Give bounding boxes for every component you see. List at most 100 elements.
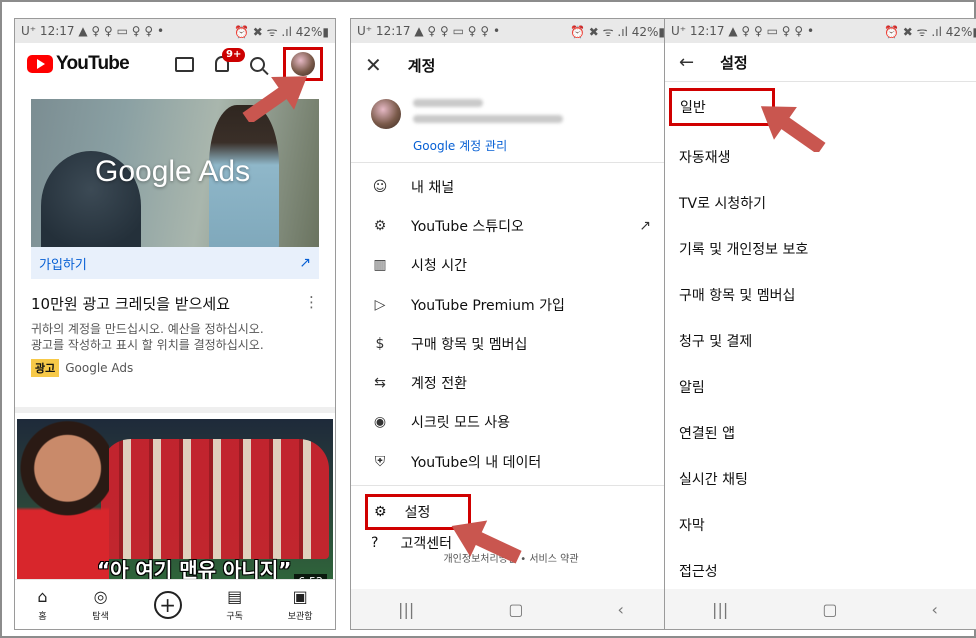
settings-item-watch-on-tv[interactable]: TV로 시청하기	[665, 180, 976, 226]
switch-account-icon: ⇆	[374, 375, 386, 392]
external-link-icon[interactable]: ↗	[299, 255, 311, 271]
settings-item-history-privacy[interactable]: 기록 및 개인정보 보호	[665, 226, 976, 272]
settings-item-billing[interactable]: 청구 및 결제	[665, 318, 976, 364]
menu-item-watch-time[interactable]: ▥ 시청 시간	[351, 246, 671, 285]
home-icon: ⌂	[37, 586, 48, 606]
tab-library[interactable]: ▣ 보관함	[287, 586, 313, 622]
tab-library-label: 보관함	[287, 611, 313, 622]
home-button-icon[interactable]: ▢	[508, 600, 523, 619]
settings-item-captions[interactable]: 자막	[665, 502, 976, 548]
menu-label: 시크릿 모드 사용	[411, 415, 511, 432]
annotation-arrow-avatar	[242, 76, 308, 122]
back-arrow-icon[interactable]: ←	[679, 52, 694, 73]
settings-item-accessibility[interactable]: 접근성	[665, 548, 976, 594]
menu-label: 구매 항목 및 멤버십	[411, 336, 528, 353]
home-button-icon[interactable]: ▢	[822, 600, 837, 619]
avatar[interactable]	[291, 52, 315, 76]
status-left: U⁺ 12:17 ▲ ♀ ♀ ▭ ♀ ♀ •	[357, 24, 501, 38]
ad-join-bar[interactable]: 가입하기 ↗	[31, 247, 319, 279]
incognito-icon: ◉	[373, 414, 387, 431]
menu-label: YouTube의 내 데이터	[411, 454, 542, 471]
settings-header: ← 설정	[665, 43, 976, 81]
menu-label: 시청 시간	[411, 258, 467, 275]
ad-card[interactable]: Google Ads 가입하기 ↗ 10만원 광고 크레딧을 받으세요 ⋮ 귀하…	[31, 99, 319, 397]
library-icon: ▣	[292, 586, 308, 606]
menu-label: 계정 전환	[411, 376, 467, 393]
ad-desc-line-2: 광고를 작성하고 표시 할 위치를 결정하십시오.	[31, 338, 264, 352]
menu-item-your-data[interactable]: ⛨ YouTube의 내 데이터	[351, 442, 671, 481]
feed-separator	[15, 407, 335, 413]
tab-subscriptions[interactable]: ▤ 구독	[226, 586, 243, 622]
menu-item-incognito[interactable]: ◉ 시크릿 모드 사용	[351, 403, 671, 442]
person-icon: ☺	[372, 178, 388, 195]
add-icon: +	[153, 590, 182, 619]
recents-icon[interactable]: |||	[712, 600, 728, 619]
more-vert-icon[interactable]: ⋮	[304, 293, 319, 314]
ad-title-row: 10만원 광고 크레딧을 받으세요 ⋮	[31, 293, 319, 314]
gear-icon: ⚙	[374, 504, 387, 521]
menu-item-switch-account[interactable]: ⇆ 계정 전환	[351, 363, 671, 402]
youtube-logo[interactable]: YouTube	[27, 53, 130, 75]
settings-label: 설정	[404, 505, 431, 522]
blurred-name	[413, 99, 483, 107]
video-thumbnail[interactable]: “아 여기 맨유 아니지” 6:52	[17, 419, 333, 595]
annotation-arrow-settings	[451, 520, 522, 564]
menu-label: YouTube 스튜디오	[411, 218, 524, 235]
ad-desc-line-1: 귀하의 계정을 만드십시오. 예산을 정하십시오.	[31, 322, 264, 336]
tab-create[interactable]: +	[153, 590, 182, 619]
tab-subscriptions-label: 구독	[226, 611, 243, 622]
status-right: ⏰ ✖ ᯤ .ıl 42%▮	[570, 24, 665, 39]
annotation-arrow-general	[760, 106, 826, 152]
tab-home[interactable]: ⌂ 홈	[37, 586, 48, 622]
settings-title: 설정	[720, 53, 748, 72]
menu-item-premium[interactable]: ▷ YouTube Premium 가입	[351, 285, 671, 324]
back-button-icon[interactable]: ‹	[618, 600, 624, 619]
account-info: Google 계정 관리	[351, 87, 671, 162]
terms-link[interactable]: 서비스 약관	[529, 554, 578, 565]
status-right: ⏰ ✖ ᯤ .ıl 42%▮	[884, 24, 976, 39]
ad-title: 10만원 광고 크레딧을 받으세요	[31, 295, 230, 313]
help-icon: ?	[371, 535, 379, 552]
recents-icon[interactable]: |||	[398, 600, 414, 619]
status-left: U⁺ 12:17 ▲ ♀ ♀ ▭ ♀ ♀ •	[671, 24, 815, 38]
status-bar: U⁺ 12:17 ▲ ♀ ♀ ▭ ♀ ♀ • ⏰ ✖ ᯤ .ıl 42%▮	[351, 19, 671, 43]
manage-google-account-link[interactable]: Google 계정 관리	[413, 137, 651, 154]
avatar	[371, 99, 401, 129]
account-menu-list: ☺ 내 채널 ⚙ YouTube 스튜디오 ↗ ▥ 시청 시간 ▷ YouTub…	[351, 163, 671, 481]
menu-label: YouTube Premium 가입	[411, 297, 565, 314]
dollar-icon: $	[375, 335, 385, 352]
compass-icon: ◎	[93, 586, 108, 606]
cast-icon[interactable]	[175, 56, 194, 72]
subscriptions-icon: ▤	[227, 586, 243, 606]
menu-item-purchases[interactable]: $ 구매 항목 및 멤버십	[351, 324, 671, 363]
notification-badge: 9+	[222, 48, 246, 62]
status-right: ⏰ ✖ ᯤ .ıl 42%▮	[234, 24, 329, 39]
ad-description: 귀하의 계정을 만드십시오. 예산을 정하십시오. 광고를 작성하고 표시 할 …	[31, 321, 319, 353]
status-bar: U⁺ 12:17 ▲ ♀ ♀ ▭ ♀ ♀ • ⏰ ✖ ᯤ .ıl 42%▮	[15, 19, 335, 43]
ad-brand-overlay: Google Ads	[95, 155, 251, 188]
settings-list: 일반 자동재생 TV로 시청하기 기록 및 개인정보 보호 구매 항목 및 멤버…	[665, 82, 976, 594]
settings-item-notifications[interactable]: 알림	[665, 364, 976, 410]
back-button-icon[interactable]: ‹	[932, 600, 938, 619]
settings-item-purchases[interactable]: 구매 항목 및 멤버십	[665, 272, 976, 318]
account-details: Google 계정 관리	[413, 99, 651, 154]
youtube-logo-text: YouTube	[56, 53, 130, 74]
account-title: 계정	[407, 56, 436, 75]
settings-item-connected-apps[interactable]: 연결된 앱	[665, 410, 976, 456]
notifications-button[interactable]: 9+	[212, 48, 246, 74]
join-label[interactable]: 가입하기	[39, 254, 87, 273]
ad-meta: 광고 Google Ads	[31, 359, 319, 377]
settings-item-live-chat[interactable]: 실시간 채팅	[665, 456, 976, 502]
menu-item-studio[interactable]: ⚙ YouTube 스튜디오 ↗	[351, 206, 671, 245]
youtube-play-icon	[27, 55, 53, 73]
android-navbar: ||| ▢ ‹	[665, 589, 976, 629]
close-icon[interactable]: ✕	[365, 53, 382, 77]
menu-item-my-channel[interactable]: ☺ 내 채널	[351, 167, 671, 206]
account-header: ✕ 계정	[351, 43, 671, 87]
thumbnail-team-photo	[101, 439, 329, 559]
shield-icon: ⛨	[374, 453, 386, 470]
search-icon[interactable]	[250, 56, 265, 72]
open-external-icon: ↗	[639, 217, 651, 234]
tab-explore[interactable]: ◎ 탐색	[92, 586, 109, 622]
android-navbar: ||| ▢ ‹	[351, 589, 671, 629]
